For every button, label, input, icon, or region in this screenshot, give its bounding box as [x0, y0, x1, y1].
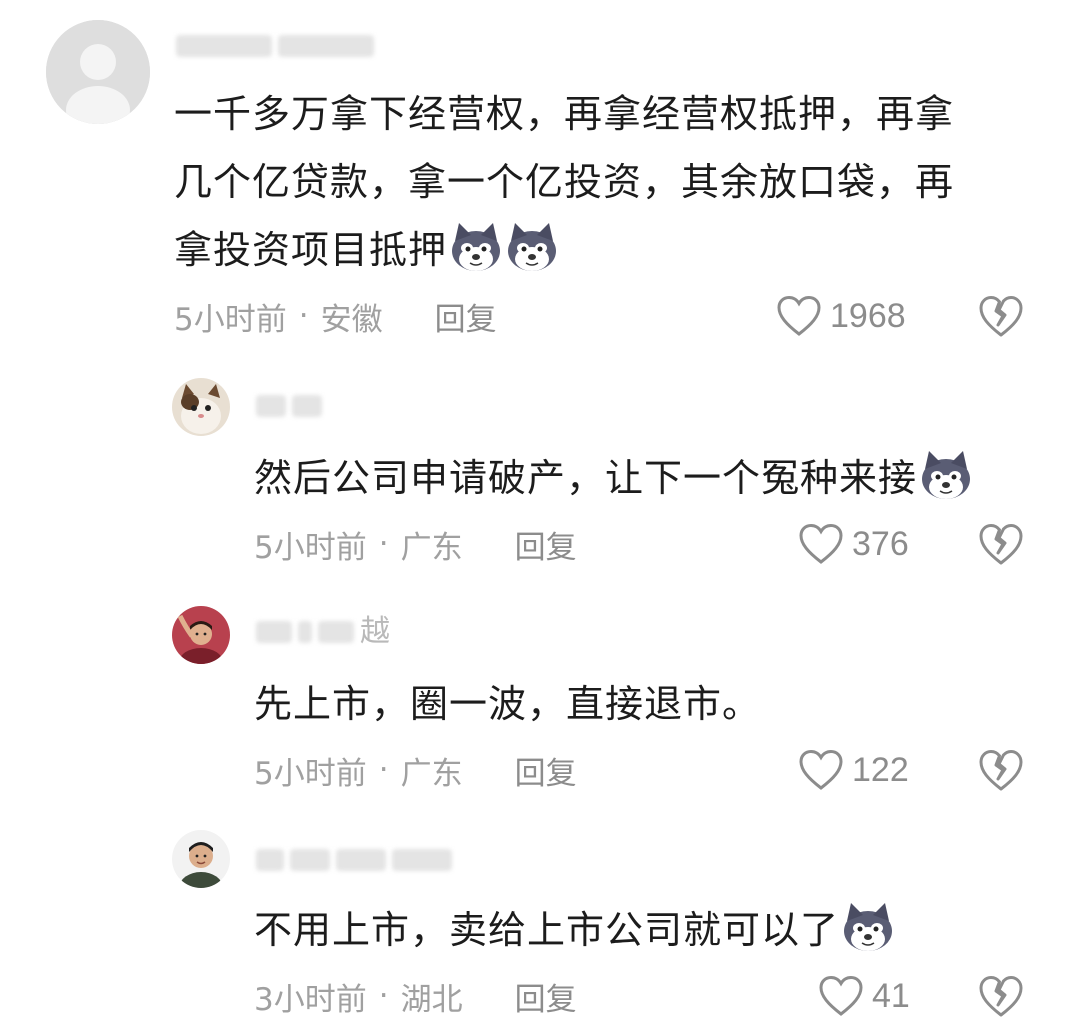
username-blurred — [256, 849, 284, 871]
separator: · — [298, 298, 309, 334]
comment-meta: 3小时前 · 湖北 回复 — [254, 974, 577, 1018]
reply-button[interactable]: 回复 — [515, 748, 577, 793]
comment-text: 不用上市，卖给上市公司就可以了 — [254, 896, 1054, 964]
heart-outline-icon — [819, 975, 863, 1016]
like-count: 376 — [852, 524, 909, 563]
username-blurred — [292, 395, 322, 417]
heart-outline-icon — [799, 749, 843, 790]
like-count: 1968 — [830, 296, 906, 335]
broken-heart-icon[interactable] — [978, 747, 1024, 793]
comment-location: 广东 — [400, 755, 463, 792]
separator: · — [378, 978, 389, 1014]
person-avatar-icon — [172, 830, 230, 888]
broken-heart-icon[interactable] — [978, 521, 1024, 567]
comment-meta: 5小时前 · 广东 回复 — [254, 522, 577, 566]
comment-line: 拿投资项目抵押 — [174, 216, 1054, 284]
username-blurred — [318, 621, 354, 643]
like-button[interactable]: 122 — [798, 748, 909, 792]
broken-heart-icon[interactable] — [978, 293, 1024, 339]
broken-heart-icon[interactable] — [978, 973, 1024, 1019]
comment-line: 然后公司申请破产，让下一个冤种来接 — [254, 444, 1054, 512]
username-blurred — [278, 35, 374, 57]
like-button[interactable]: 1968 — [776, 294, 906, 338]
separator: · — [378, 526, 389, 562]
husky-emoji-icon — [922, 451, 971, 499]
avatar[interactable] — [172, 830, 230, 888]
comment-line: 几个亿贷款，拿一个亿投资，其余放口袋，再 — [174, 160, 955, 204]
username-blurred — [176, 35, 272, 57]
separator: · — [378, 752, 389, 788]
reply-item: 越 先上市，圈一波，直接退市。 5小时前 · 广东 回复 122 — [0, 590, 1080, 810]
avatar[interactable] — [172, 606, 230, 664]
username[interactable]: 越 — [256, 614, 390, 649]
like-count: 122 — [852, 750, 909, 789]
comment-time: 5小时前 — [254, 755, 367, 792]
comment-text: 先上市，圈一波，直接退市。 — [254, 670, 1054, 738]
heart-outline-icon — [799, 523, 843, 564]
reply-button[interactable]: 回复 — [435, 294, 497, 339]
husky-emoji-icon — [508, 223, 557, 271]
reply-item: 然后公司申请破产，让下一个冤种来接 5小时前 · 广东 回复 376 — [0, 360, 1080, 580]
username-visible-char: 越 — [360, 614, 390, 649]
husky-emoji-icon — [844, 903, 893, 951]
comment-line-text: 然后公司申请破产，让下一个冤种来接 — [254, 456, 918, 500]
username-blurred — [256, 621, 292, 643]
reply-button[interactable]: 回复 — [515, 974, 577, 1019]
comment-time: 5小时前 — [174, 301, 287, 338]
username[interactable] — [256, 392, 322, 420]
cat-avatar-icon — [172, 378, 230, 436]
comment-meta: 5小时前 · 广东 回复 — [254, 748, 577, 792]
comment-line-text: 拿投资项目抵押 — [174, 228, 448, 272]
reply-button[interactable]: 回复 — [515, 522, 577, 567]
comment-line: 先上市，圈一波，直接退市。 — [254, 682, 762, 726]
default-avatar-icon — [46, 20, 150, 124]
like-button[interactable]: 376 — [798, 522, 909, 566]
avatar[interactable] — [172, 378, 230, 436]
like-count: 41 — [872, 976, 910, 1015]
comment-line: 一千多万拿下经营权，再拿经营权抵押，再拿 — [174, 92, 955, 136]
comment-line: 不用上市，卖给上市公司就可以了 — [254, 896, 1054, 964]
username-blurred — [290, 849, 330, 871]
comment-location: 广东 — [400, 529, 463, 566]
username[interactable] — [256, 846, 452, 874]
comment-meta: 5小时前 · 安徽 回复 — [174, 294, 497, 338]
comment-text: 然后公司申请破产，让下一个冤种来接 — [254, 444, 1054, 512]
username-blurred — [336, 849, 386, 871]
reply-item: 不用上市，卖给上市公司就可以了 3小时前 · 湖北 回复 41 — [0, 816, 1080, 1036]
like-button[interactable]: 41 — [818, 974, 910, 1018]
heart-outline-icon — [777, 295, 821, 336]
comment-time: 3小时前 — [254, 981, 367, 1018]
username[interactable] — [176, 32, 374, 60]
person-avatar-icon — [172, 606, 230, 664]
comment-location: 安徽 — [320, 301, 383, 338]
username-blurred — [256, 395, 286, 417]
comment-line-text: 不用上市，卖给上市公司就可以了 — [254, 908, 840, 952]
comment-text: 一千多万拿下经营权，再拿经营权抵押，再拿 几个亿贷款，拿一个亿投资，其余放口袋，… — [174, 80, 1054, 284]
husky-emoji-icon — [452, 223, 501, 271]
username-blurred — [298, 621, 312, 643]
comment-item: 一千多万拿下经营权，再拿经营权抵押，再拿 几个亿贷款，拿一个亿投资，其余放口袋，… — [0, 0, 1080, 350]
username-blurred — [392, 849, 452, 871]
comment-location: 湖北 — [400, 981, 463, 1018]
comment-time: 5小时前 — [254, 529, 367, 566]
avatar[interactable] — [46, 20, 150, 124]
